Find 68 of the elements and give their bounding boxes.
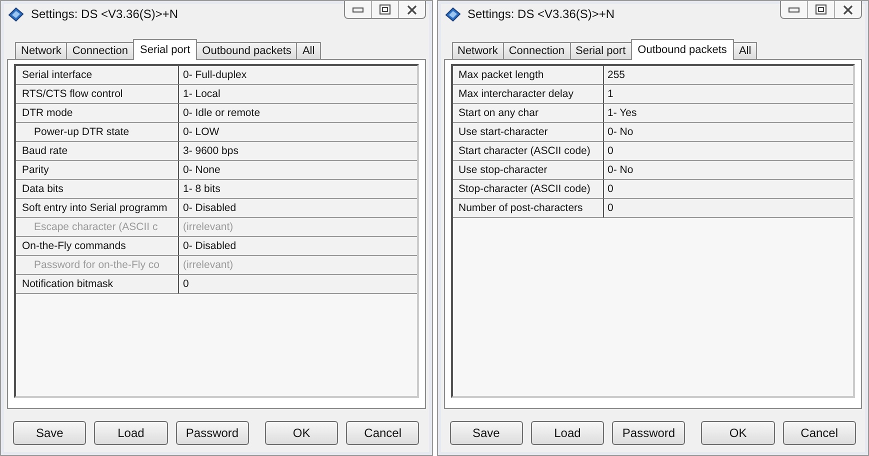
property-name: DTR mode	[16, 104, 179, 123]
tab[interactable]: All	[732, 42, 758, 60]
property-value[interactable]: 1- Yes	[604, 104, 853, 123]
tab[interactable]: Network	[452, 42, 504, 60]
property-name: Number of post-characters	[452, 199, 604, 218]
property-value[interactable]: 1- Local	[179, 85, 416, 104]
minimize-icon	[352, 6, 364, 14]
window-title: Settings: DS <V3.36(S)>+N	[468, 7, 616, 21]
tab[interactable]: All	[296, 42, 321, 60]
dialog-button[interactable]: Cancel	[782, 421, 856, 445]
tab[interactable]: Serial port	[133, 39, 198, 60]
property-value[interactable]: 0- LOW	[179, 123, 416, 142]
property-name: On-the-Fly commands	[16, 237, 179, 256]
tab[interactable]: Network	[15, 42, 68, 60]
dialog-button[interactable]: Password	[176, 421, 249, 445]
property-value[interactable]: 255	[604, 66, 853, 85]
maximize-icon	[815, 4, 827, 15]
property-name: Start on any char	[452, 104, 604, 123]
property-name: Escape character (ASCII c	[16, 218, 179, 237]
property-value[interactable]: 1- 8 bits	[179, 180, 416, 199]
tab[interactable]: Connection	[502, 42, 570, 60]
property-value[interactable]: 0- None	[179, 161, 416, 180]
tab[interactable]: Connection	[66, 42, 134, 60]
property-value[interactable]: 0	[179, 275, 416, 294]
property-name: Notification bitmask	[16, 275, 179, 294]
dialog-button[interactable]: OK	[264, 421, 338, 445]
close-icon	[406, 4, 418, 14]
property-value[interactable]: 1	[604, 85, 853, 104]
maximize-icon	[378, 4, 390, 15]
dialog-button[interactable]: Password	[612, 421, 686, 445]
property-name: Soft entry into Serial programm	[16, 199, 179, 218]
property-name: Stop-character (ASCII code)	[452, 180, 604, 199]
close-icon	[842, 4, 854, 14]
dialog-button[interactable]: Cancel	[346, 421, 420, 445]
property-value[interactable]: 0- Idle or remote	[179, 104, 416, 123]
property-value[interactable]: 0- Disabled	[179, 199, 416, 218]
property-value[interactable]: 0	[604, 142, 853, 161]
property-name: Parity	[16, 161, 179, 180]
minimize-icon	[788, 6, 800, 14]
property-name: Serial interface	[16, 66, 179, 85]
dialog-button[interactable]: Save	[13, 421, 86, 445]
dialog-button[interactable]: Load	[530, 421, 604, 445]
window-title: Settings: DS <V3.36(S)>+N	[31, 7, 180, 21]
tab[interactable]: Outbound packets	[630, 39, 734, 60]
property-name: Power-up DTR state	[16, 123, 179, 142]
property-value[interactable]: 0- No	[604, 161, 853, 180]
property-name: Max packet length	[452, 66, 604, 85]
property-value[interactable]: 0- No	[604, 123, 853, 142]
property-value[interactable]: 3- 9600 bps	[179, 142, 416, 161]
app-icon	[444, 6, 462, 22]
property-value[interactable]: 0- Disabled	[179, 237, 416, 256]
property-value[interactable]: 0	[604, 199, 853, 218]
property-name: Start character (ASCII code)	[452, 142, 604, 161]
property-value[interactable]: 0	[604, 180, 853, 199]
property-name: Use start-character	[452, 123, 604, 142]
tab[interactable]: Outbound packets	[196, 42, 298, 60]
property-name: Data bits	[16, 180, 179, 199]
property-name: Use stop-character	[452, 161, 604, 180]
tab[interactable]: Serial port	[570, 42, 632, 60]
dialog-button[interactable]: Save	[450, 421, 523, 445]
property-name: Baud rate	[16, 142, 179, 161]
property-name: RTS/CTS flow control	[16, 85, 179, 104]
dialog-button[interactable]: OK	[701, 421, 775, 445]
property-name: Max intercharacter delay	[452, 85, 604, 104]
dialog-button[interactable]: Load	[94, 421, 168, 445]
app-icon	[7, 6, 25, 22]
property-name: Password for on-the-Fly co	[16, 256, 179, 275]
property-value[interactable]: 0- Full-duplex	[179, 66, 416, 85]
